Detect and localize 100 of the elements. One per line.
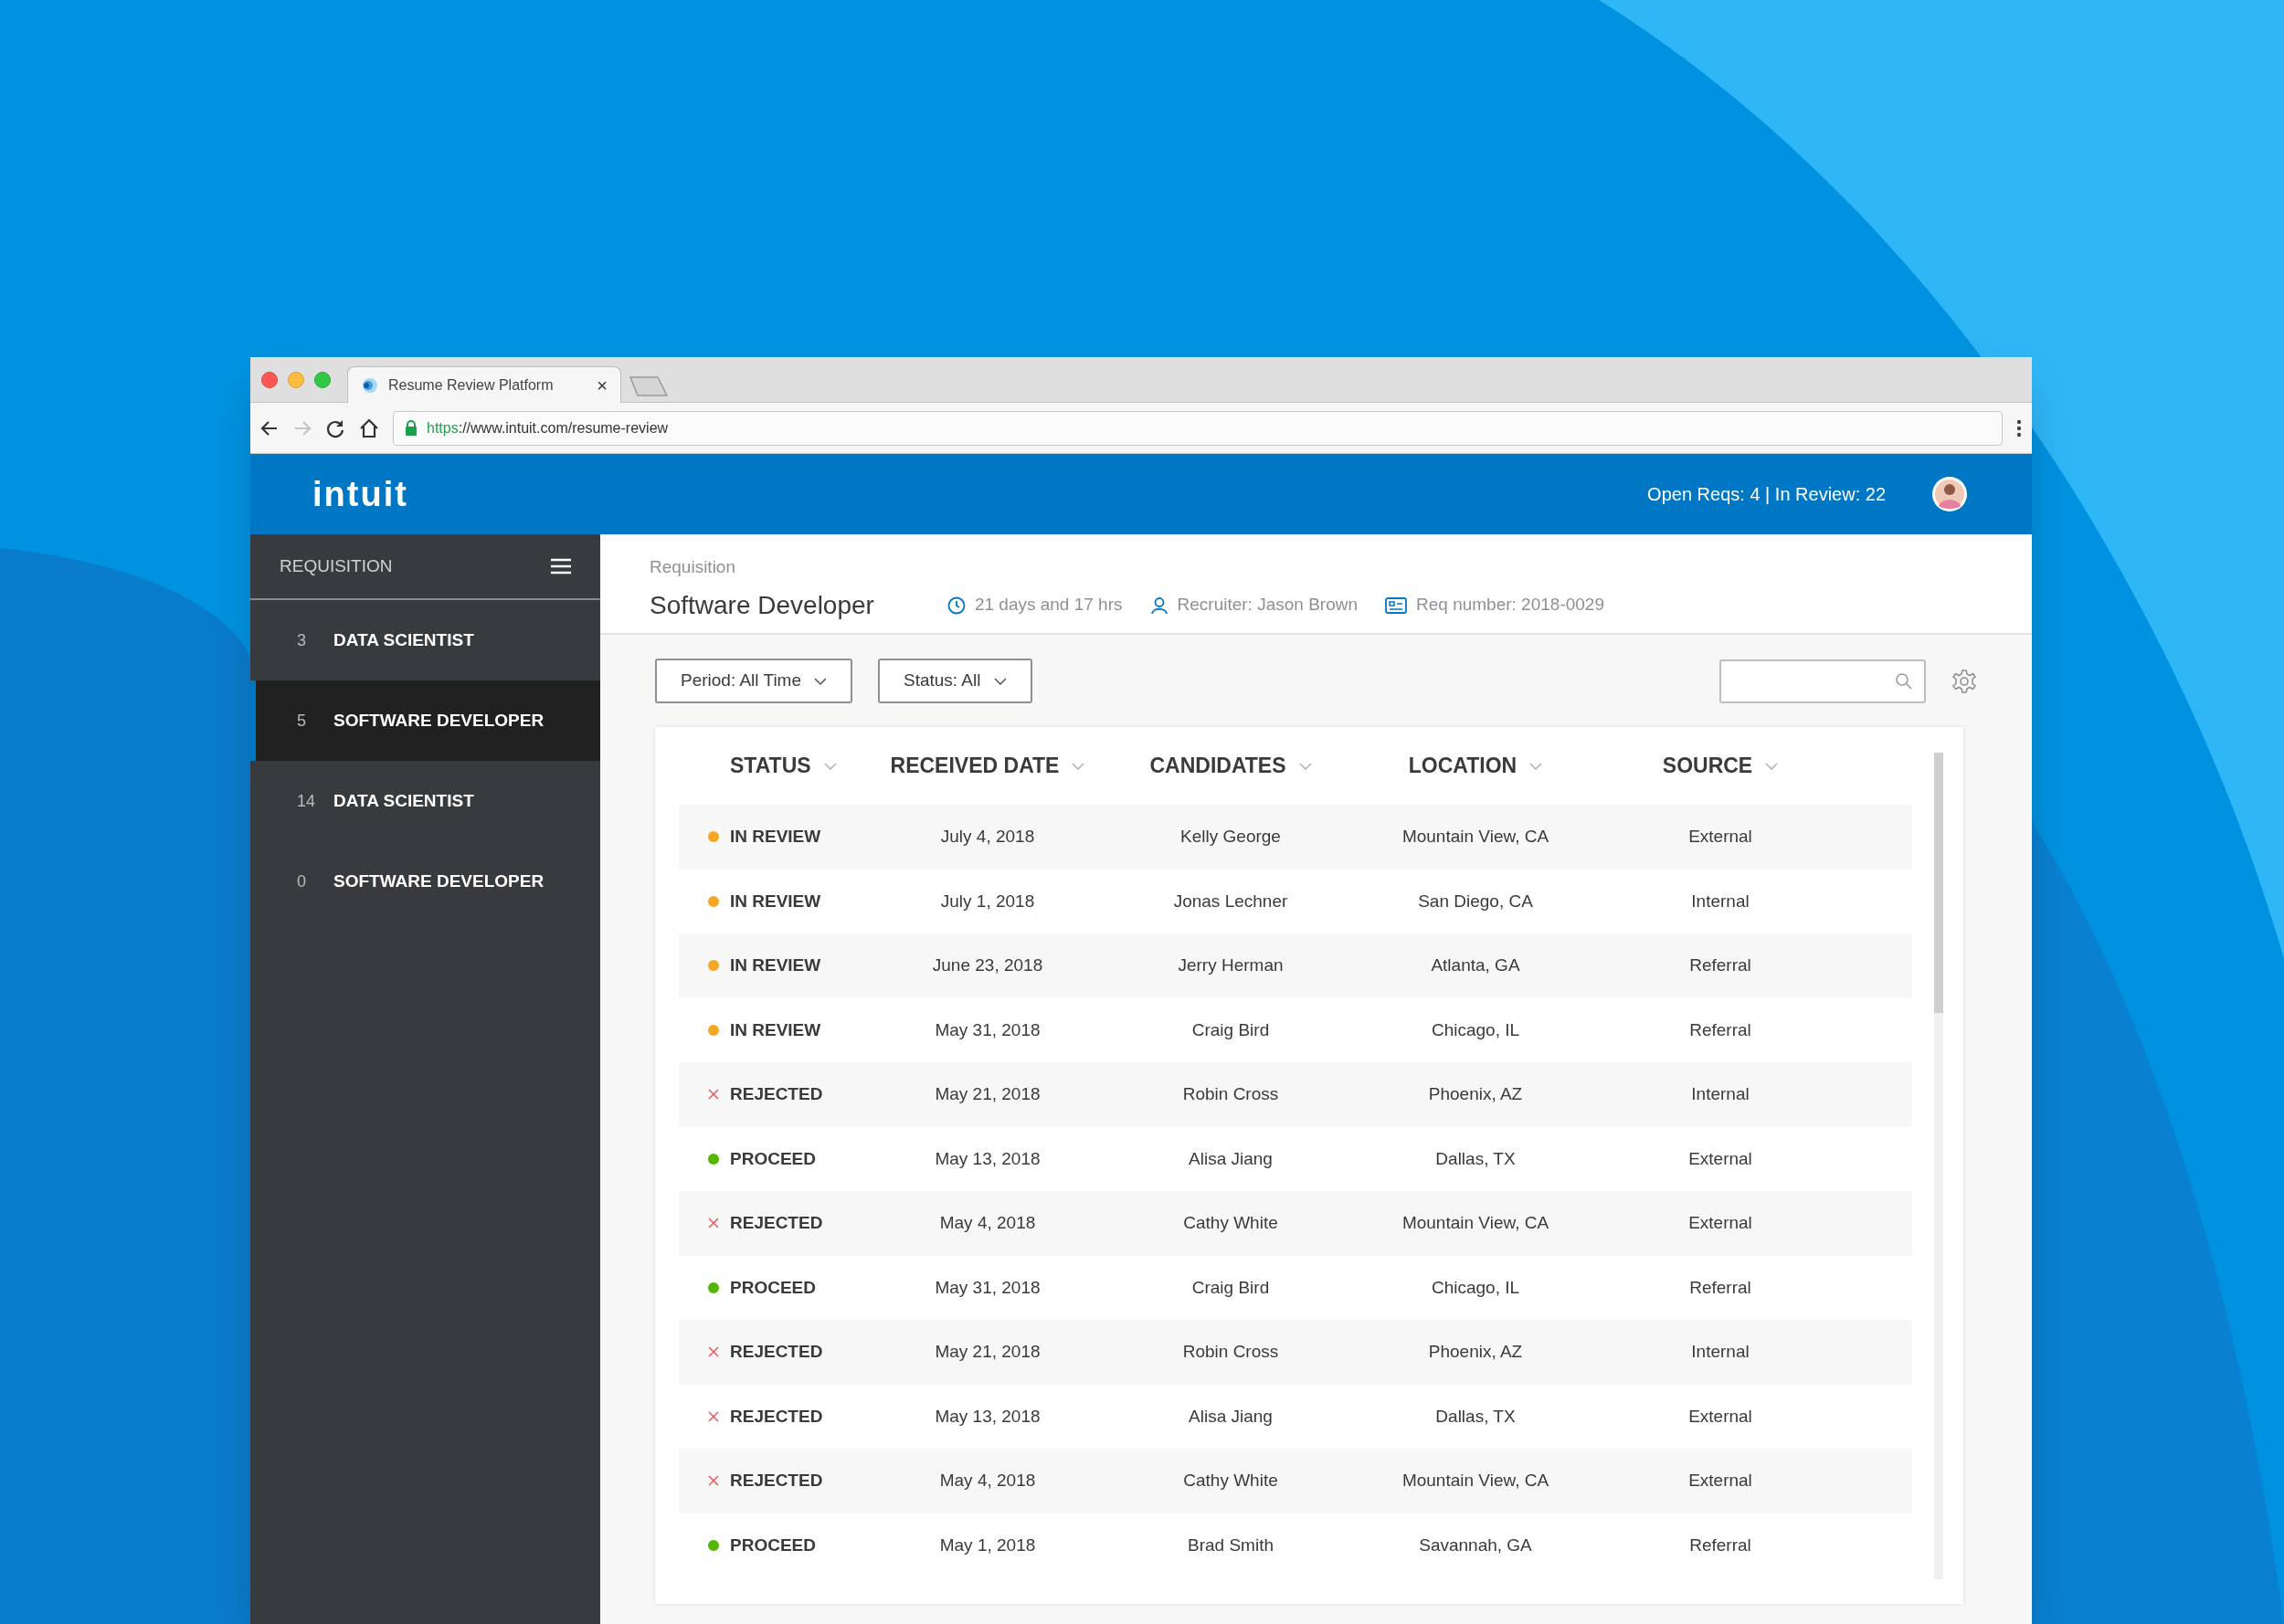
filter-dropdown[interactable]: Period: All Time	[655, 659, 852, 703]
table-row[interactable]: REJECTED May 21, 2018 Robin Cross Phoenix, AZ Internal	[679, 1062, 1912, 1127]
table-cell-text: External	[1688, 1470, 1752, 1492]
status-text: PROCEED	[730, 1276, 816, 1299]
table-cell-text: Mountain View, CA	[1401, 826, 1549, 848]
chevron-down-icon	[814, 677, 827, 685]
new-tab-button[interactable]	[629, 375, 669, 397]
sort-icon[interactable]	[1529, 762, 1543, 770]
column-header[interactable]: SOURCE	[1662, 750, 1753, 782]
table-cell-text: San Diego, CA	[1418, 890, 1533, 912]
table-row[interactable]: REJECTED May 21, 2018 Robin Cross Phoenix, AZ Internal	[679, 1320, 1912, 1385]
table-cell-text: Robin Cross	[1182, 1341, 1279, 1363]
table-cell-text: May 31, 2018	[935, 1018, 1041, 1041]
intuit-logo[interactable]: intuit	[312, 477, 408, 511]
settings-icon[interactable]	[1951, 668, 1977, 694]
tab-favicon-icon	[361, 376, 377, 394]
person-icon	[1149, 596, 1168, 615]
column-header[interactable]: STATUS	[730, 750, 811, 782]
table-cell-text: July 1, 2018	[940, 890, 1035, 912]
sidebar-item[interactable]: 3 DATA SCIENTIST	[250, 600, 600, 680]
breadcrumb: Requisition	[650, 556, 736, 578]
table-cell-text: Referral	[1689, 954, 1751, 976]
address-bar[interactable]: https://www.intuit.com/resume-review	[393, 410, 2003, 446]
cross-icon	[708, 1475, 719, 1487]
table-cell-text: Referral	[1689, 1276, 1751, 1299]
table-cell-text: May 13, 2018	[935, 1405, 1041, 1428]
menu-icon[interactable]	[551, 558, 571, 575]
table-row[interactable]: IN REVIEW July 4, 2018 Kelly George Mountain View, CA External	[679, 805, 1912, 870]
sort-icon[interactable]	[1765, 762, 1779, 770]
meta-text: 21 days and 17 hrs	[974, 594, 1123, 617]
sidebar-item[interactable]: 0 SOFTWARE DEVELOPER	[250, 841, 600, 922]
status-text: PROCEED	[730, 1534, 816, 1556]
maximize-window-icon[interactable]	[314, 371, 331, 388]
cross-icon	[708, 1346, 719, 1358]
table-cell-text: Phoenix, AZ	[1428, 1083, 1523, 1105]
browser-tab[interactable]: Resume Review Platform ×	[347, 366, 621, 403]
scrollbar[interactable]	[1934, 753, 1943, 1579]
column-header[interactable]: RECEIVED DATE	[890, 750, 1060, 782]
column-header[interactable]: LOCATION	[1408, 750, 1517, 782]
table-row[interactable]: REJECTED May 4, 2018 Cathy White Mountain View, CA External	[679, 1449, 1912, 1513]
table-cell-text: July 4, 2018	[940, 826, 1035, 848]
lock-icon	[405, 420, 418, 436]
status-text: REJECTED	[730, 1341, 823, 1363]
table-cell-text: Savannah, GA	[1419, 1534, 1532, 1556]
table-cell-text: May 31, 2018	[935, 1276, 1041, 1299]
table-row[interactable]: IN REVIEW June 23, 2018 Jerry Herman Atlanta, GA Referral	[679, 933, 1912, 998]
tab-title: Resume Review Platform	[388, 375, 555, 395]
sidebar-item[interactable]: 5 SOFTWARE DEVELOPER	[250, 680, 600, 761]
table-cell-text: Mountain View, CA	[1401, 1212, 1549, 1234]
meta-text: Recruiter: Jason Brown	[1177, 594, 1358, 617]
table-cell-text: External	[1688, 826, 1752, 848]
minimize-window-icon[interactable]	[288, 371, 304, 388]
filter-dropdown[interactable]: Status: All	[878, 659, 1032, 703]
status-text: IN REVIEW	[730, 826, 821, 848]
cross-icon	[708, 1218, 719, 1229]
sidebar-item[interactable]: 14 DATA SCIENTIST	[250, 761, 600, 841]
sort-icon[interactable]	[1072, 762, 1085, 770]
home-icon[interactable]	[358, 417, 380, 438]
table-cell-text: Internal	[1691, 1341, 1750, 1363]
chevron-down-icon	[993, 677, 1007, 685]
sort-icon[interactable]	[823, 762, 837, 770]
table-cell-text: Internal	[1691, 890, 1750, 912]
search-field[interactable]	[1719, 659, 1926, 703]
table-cell-text: Craig Bird	[1191, 1276, 1270, 1299]
table-cell-text: Referral	[1689, 1018, 1751, 1041]
table-cell-text: May 4, 2018	[939, 1212, 1036, 1234]
cross-icon	[708, 1410, 719, 1422]
table-row[interactable]: REJECTED May 4, 2018 Cathy White Mountain View, CA External	[679, 1191, 1912, 1256]
status-text: IN REVIEW	[730, 954, 821, 976]
close-window-icon[interactable]	[261, 371, 278, 388]
id-card-icon	[1385, 596, 1407, 615]
table-cell-text: Mountain View, CA	[1401, 1470, 1549, 1492]
table-cell-text: June 23, 2018	[932, 954, 1043, 976]
table-cell-text: Atlanta, GA	[1431, 954, 1520, 976]
table-cell-text: Craig Bird	[1191, 1018, 1270, 1041]
sidebar-title: REQUISITION	[280, 554, 394, 577]
url-text: https://www.intuit.com/resume-review	[427, 418, 669, 438]
table-cell-text: Jonas Lechner	[1173, 890, 1288, 912]
table-cell-text: Cathy White	[1183, 1212, 1278, 1234]
table-cell-text: Phoenix, AZ	[1428, 1341, 1523, 1363]
table-cell-text: Cathy White	[1183, 1470, 1278, 1492]
table-cell-text: Jerry Herman	[1178, 954, 1284, 976]
column-header[interactable]: CANDIDATES	[1149, 750, 1286, 782]
table-cell-text: Kelly George	[1180, 826, 1281, 848]
table-cell-text: Robin Cross	[1182, 1083, 1279, 1105]
table-cell-text: May 21, 2018	[935, 1341, 1041, 1363]
table-cell-text: Dallas, TX	[1435, 1405, 1516, 1428]
status-text: REJECTED	[730, 1212, 823, 1234]
user-avatar[interactable]	[1931, 476, 1968, 512]
table-cell-text: External	[1688, 1147, 1752, 1170]
table-cell-text: Brad Smith	[1188, 1534, 1274, 1556]
status-text: PROCEED	[730, 1147, 816, 1170]
sort-icon[interactable]	[1298, 762, 1312, 770]
clock-icon	[946, 596, 966, 615]
table-cell-text: Alisa Jiang	[1189, 1405, 1273, 1428]
table-cell-text: Chicago, IL	[1431, 1276, 1520, 1299]
tab-close-button[interactable]: ×	[597, 375, 608, 395]
browser-menu-icon[interactable]	[2015, 417, 2023, 438]
scrollbar-thumb[interactable]	[1934, 753, 1943, 1013]
table-cell-text: May 1, 2018	[939, 1534, 1036, 1556]
